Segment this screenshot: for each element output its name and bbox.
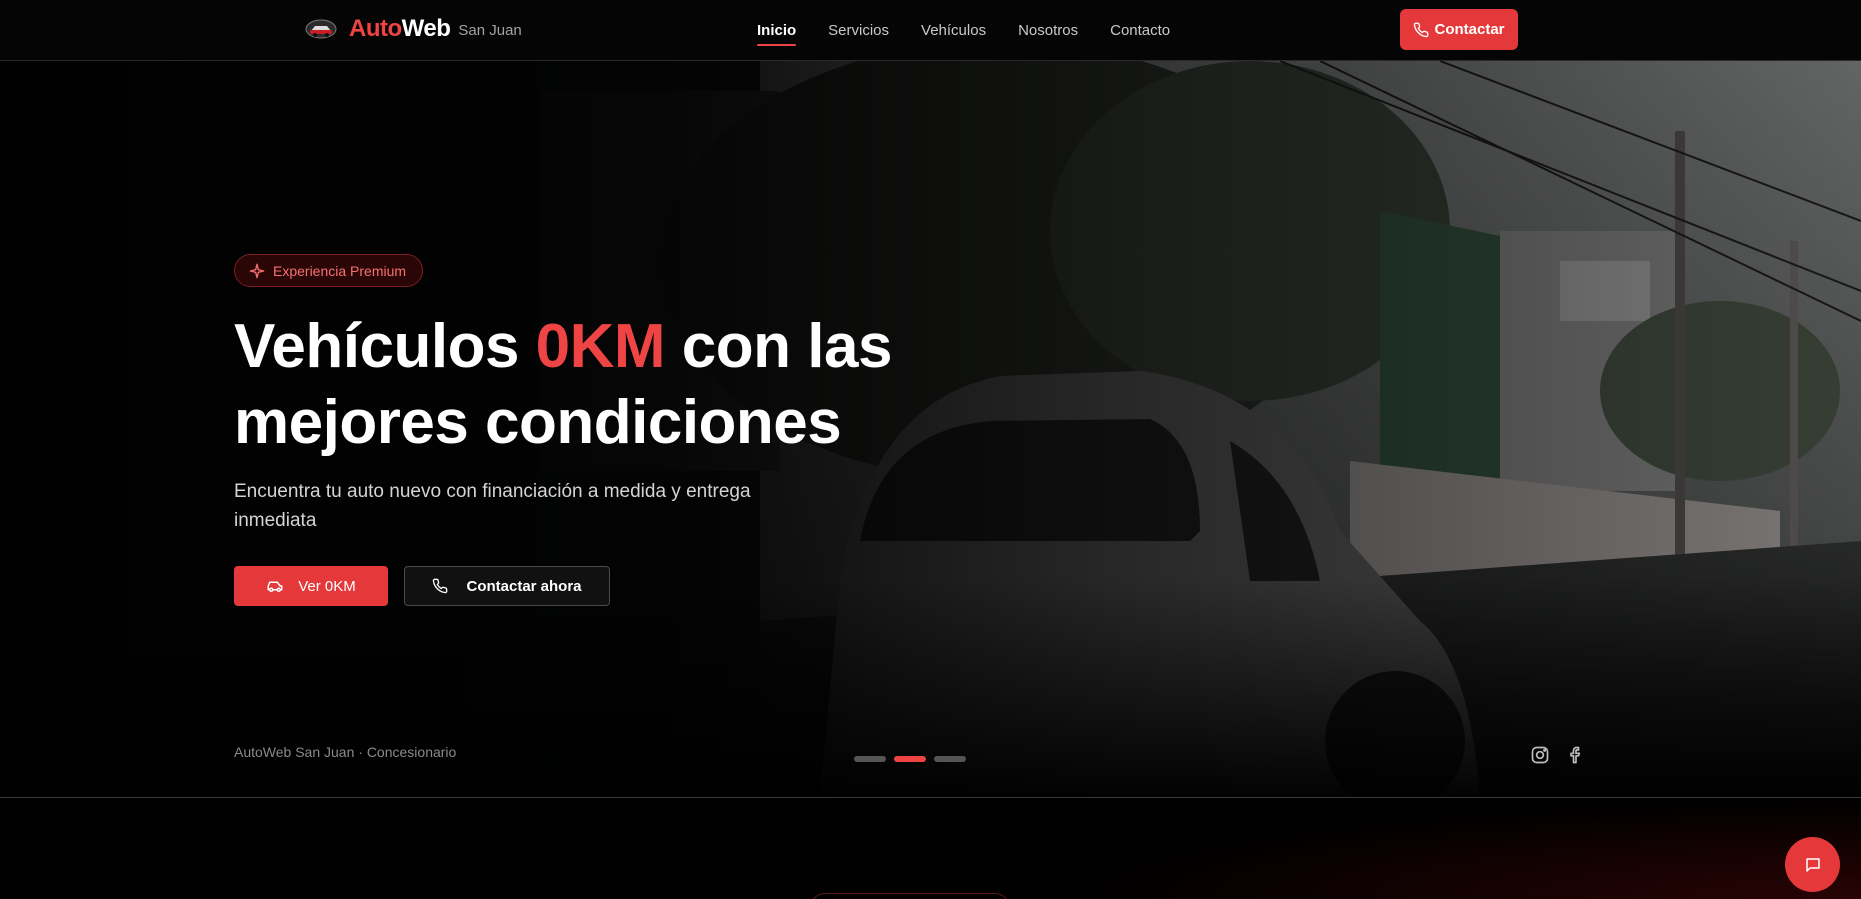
- chat-button[interactable]: [1785, 837, 1840, 892]
- next-section: [0, 798, 1861, 899]
- view-0km-button[interactable]: Ver 0KM: [234, 566, 388, 606]
- contact-now-button-label: Contactar ahora: [466, 577, 582, 595]
- phone-icon: [433, 578, 448, 594]
- main-nav: Inicio Servicios Vehículos Nosotros Cont…: [757, 0, 1202, 60]
- premium-badge: Experiencia Premium: [234, 254, 424, 287]
- contact-button-label: Contactar: [1434, 21, 1505, 38]
- hero-headline: Vehículos 0KM con las mejores condicione…: [234, 309, 954, 461]
- premium-badge-label: Experiencia Premium: [273, 262, 407, 279]
- brand-logo-link[interactable]: AutoWeb San Juan: [305, 11, 522, 47]
- brand-name-prefix: Auto: [349, 15, 402, 42]
- next-section-badge: [810, 893, 1010, 899]
- carousel-dot-2-active[interactable]: [894, 756, 926, 762]
- hero-footer-note: AutoWeb San Juan · Concesionario: [234, 744, 457, 760]
- next-section-glow: [1061, 798, 1861, 899]
- nav-link-nosotros[interactable]: Nosotros: [1018, 22, 1078, 39]
- headline-part1: Vehículos: [234, 312, 536, 381]
- hero-section: Experiencia Premium Vehículos 0KM con la…: [0, 61, 1861, 798]
- car-logo-icon: [305, 19, 337, 39]
- brand-city: San Juan: [458, 22, 522, 39]
- hero-subtitle: Encuentra tu auto nuevo con financiación…: [234, 481, 751, 531]
- carousel-dot-1[interactable]: [854, 756, 886, 762]
- car-icon: [267, 581, 283, 592]
- brand-name-suffix: Web: [401, 15, 451, 42]
- nav-link-servicios[interactable]: Servicios: [828, 22, 889, 39]
- headline-accent: 0KM: [535, 312, 666, 381]
- contact-button[interactable]: Contactar: [1400, 9, 1518, 50]
- nav-link-vehiculos[interactable]: Vehículos: [921, 22, 986, 39]
- view-0km-button-label: Ver 0KM: [298, 577, 356, 595]
- contact-now-button[interactable]: Contactar ahora: [404, 566, 610, 606]
- carousel-dot-3[interactable]: [934, 756, 966, 762]
- top-navbar: AutoWeb San Juan Inicio Servicios Vehícu…: [0, 0, 1861, 61]
- nav-link-contacto[interactable]: Contacto: [1110, 22, 1170, 39]
- instagram-icon[interactable]: [1530, 745, 1550, 765]
- facebook-icon[interactable]: [1566, 745, 1586, 765]
- nav-link-inicio[interactable]: Inicio: [757, 22, 797, 46]
- carousel-indicators: [854, 756, 974, 762]
- brand-name: AutoWeb: [349, 15, 451, 43]
- phone-icon: [1414, 22, 1429, 37]
- chat-icon: [1805, 857, 1820, 872]
- sparkle-icon: [249, 263, 265, 278]
